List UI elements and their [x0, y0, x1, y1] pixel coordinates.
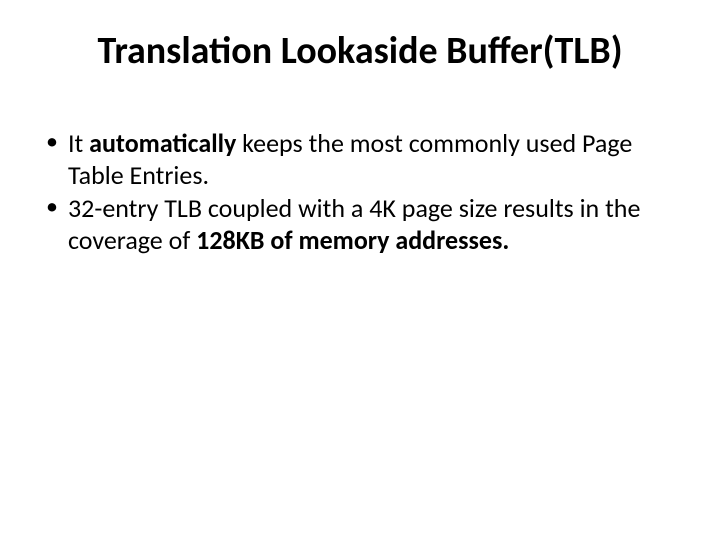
slide: Translation Lookaside Buffer(TLB) It aut…: [0, 0, 720, 540]
bullet-list: It automatically keeps the most commonly…: [46, 128, 682, 257]
bullet-item: 32-entry TLB coupled with a 4K page size…: [46, 193, 682, 256]
bullet-text-bold: 128KB of memory addresses.: [196, 224, 509, 256]
slide-title: Translation Lookaside Buffer(TLB): [38, 28, 682, 74]
slide-body: It automatically keeps the most commonly…: [38, 128, 682, 257]
bullet-item: It automatically keeps the most commonly…: [46, 128, 682, 191]
bullet-text-bold: automatically: [89, 127, 236, 159]
bullet-text-pre: It: [68, 127, 89, 159]
